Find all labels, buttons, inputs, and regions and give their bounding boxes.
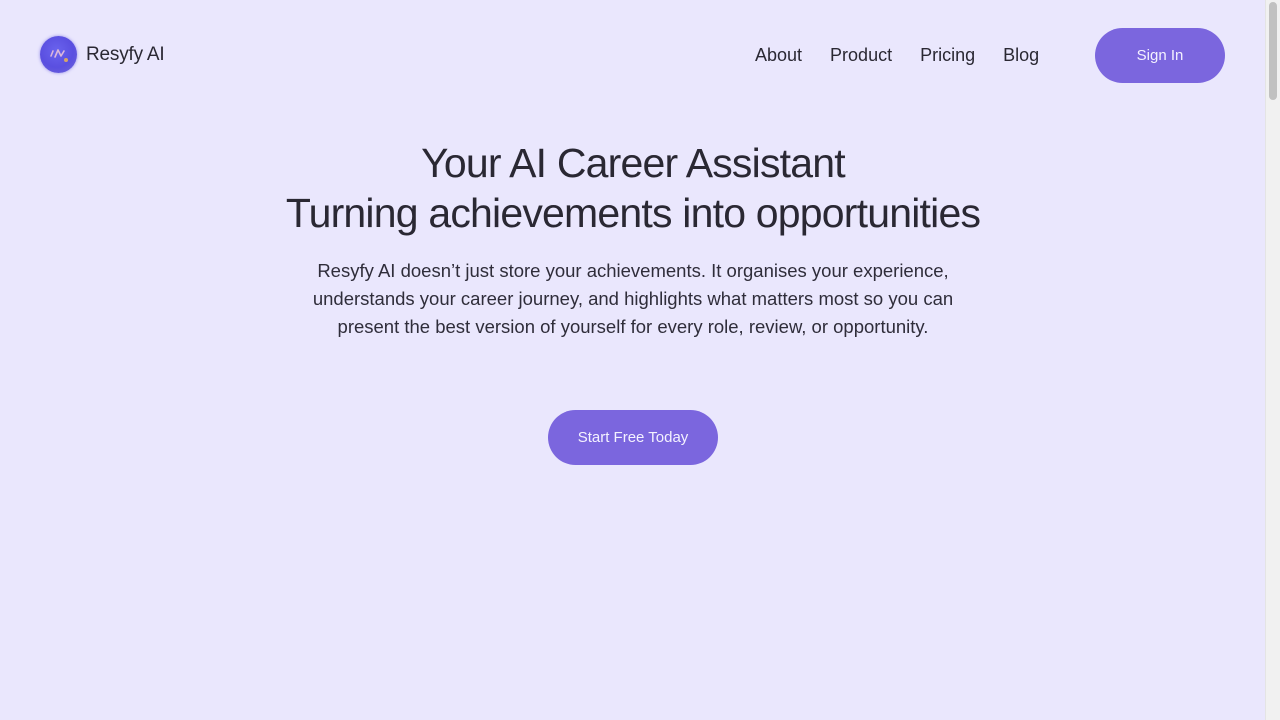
scrollbar-thumb[interactable]	[1269, 2, 1277, 100]
nav-item-pricing[interactable]: Pricing	[920, 43, 975, 67]
nav-item-blog[interactable]: Blog	[1003, 43, 1039, 67]
logo-link[interactable]: Resyfy AI	[40, 36, 165, 73]
hero-description: Resyfy AI doesn’t just store your achiev…	[312, 260, 954, 337]
start-free-button[interactable]: Start Free Today	[548, 410, 718, 465]
page: Resyfy AI About Product Pricing Blog Sig…	[0, 0, 1266, 720]
resyfy-logo-icon	[40, 36, 77, 73]
hero-title-line-1: Your AI Career Assistant	[421, 140, 846, 186]
nav-item-product[interactable]: Product	[830, 43, 892, 67]
hero-title: Your AI Career Assistant Turning achieve…	[0, 138, 1266, 238]
vertical-scrollbar[interactable]	[1265, 0, 1280, 720]
header: Resyfy AI About Product Pricing Blog Sig…	[0, 0, 1266, 110]
nav-item-about[interactable]: About	[755, 43, 802, 67]
hero-title-line-2: Turning achievements into opportunities	[285, 190, 981, 236]
hero-section: Your AI Career Assistant Turning achieve…	[0, 138, 1266, 341]
logo-text: Resyfy AI	[86, 43, 165, 65]
sign-in-button[interactable]: Sign In	[1095, 28, 1225, 83]
main-nav: About Product Pricing Blog	[755, 43, 1039, 67]
